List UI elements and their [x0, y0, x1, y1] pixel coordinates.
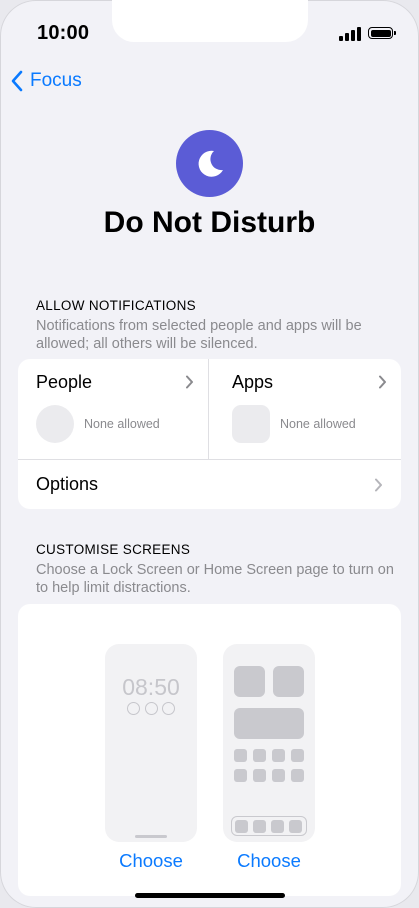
- people-placeholder-avatar: [36, 405, 74, 443]
- allow-notifications-card: People None allowed Apps None allowed Op…: [18, 359, 401, 509]
- back-label: Focus: [30, 70, 82, 91]
- choose-lock-screen-button[interactable]: Choose: [105, 850, 197, 872]
- app-icon-placeholder: [291, 749, 304, 762]
- app-icon-placeholder: [272, 769, 285, 782]
- people-status: None allowed: [84, 417, 160, 431]
- chevron-left-icon: [11, 70, 23, 92]
- people-label: People: [36, 372, 93, 392]
- app-icon-placeholder: [234, 769, 247, 782]
- people-cell[interactable]: People None allowed: [18, 359, 209, 459]
- home-indicator[interactable]: [135, 893, 285, 898]
- allow-notifications-header: ALLOW NOTIFICATIONS: [36, 298, 196, 313]
- widget-placeholder: [273, 666, 304, 697]
- moon-icon: [176, 130, 243, 197]
- app-icon-placeholder: [253, 749, 266, 762]
- lock-screen-preview[interactable]: 08:50: [105, 644, 197, 842]
- choose-home-screen-button[interactable]: Choose: [223, 850, 315, 872]
- app-icon-placeholder: [272, 749, 285, 762]
- options-label: Options: [36, 474, 99, 494]
- lock-screen-time: 08:50: [122, 674, 180, 700]
- options-row[interactable]: Options: [18, 460, 401, 509]
- chevron-right-icon: [186, 375, 193, 389]
- customise-screens-card: 08:50 Choose Choose: [18, 604, 401, 896]
- customise-screens-description: Choose a Lock Screen or Home Screen page…: [36, 562, 394, 596]
- apps-cell[interactable]: Apps None allowed: [209, 359, 401, 459]
- back-button[interactable]: Focus: [10, 68, 82, 94]
- cellular-signal-icon: [339, 27, 361, 41]
- status-time: 10:00: [37, 22, 90, 44]
- apps-status: None allowed: [280, 417, 356, 431]
- app-icon-placeholder: [253, 769, 266, 782]
- apps-placeholder-icon: [232, 405, 270, 443]
- allow-notifications-description: Notifications from selected people and a…: [36, 318, 362, 352]
- app-icon-placeholder: [291, 769, 304, 782]
- phone-screen: 10:00 Focus Do Not Disturb ALLOW NOTIFIC…: [0, 0, 419, 908]
- lock-screen-widgets: [127, 702, 175, 716]
- home-screen-preview[interactable]: [223, 644, 315, 842]
- notch: [112, 0, 308, 42]
- chevron-right-icon: [379, 375, 386, 389]
- app-icon-placeholder: [234, 749, 247, 762]
- battery-icon: [368, 27, 396, 39]
- widget-placeholder: [234, 708, 304, 739]
- dock: [231, 816, 307, 836]
- home-bar: [135, 835, 167, 838]
- apps-label: Apps: [232, 372, 274, 392]
- chevron-right-icon: [375, 478, 382, 492]
- page-title: Do Not Disturb: [103, 206, 316, 239]
- customise-screens-header: CUSTOMISE SCREENS: [36, 542, 191, 557]
- widget-placeholder: [234, 666, 265, 697]
